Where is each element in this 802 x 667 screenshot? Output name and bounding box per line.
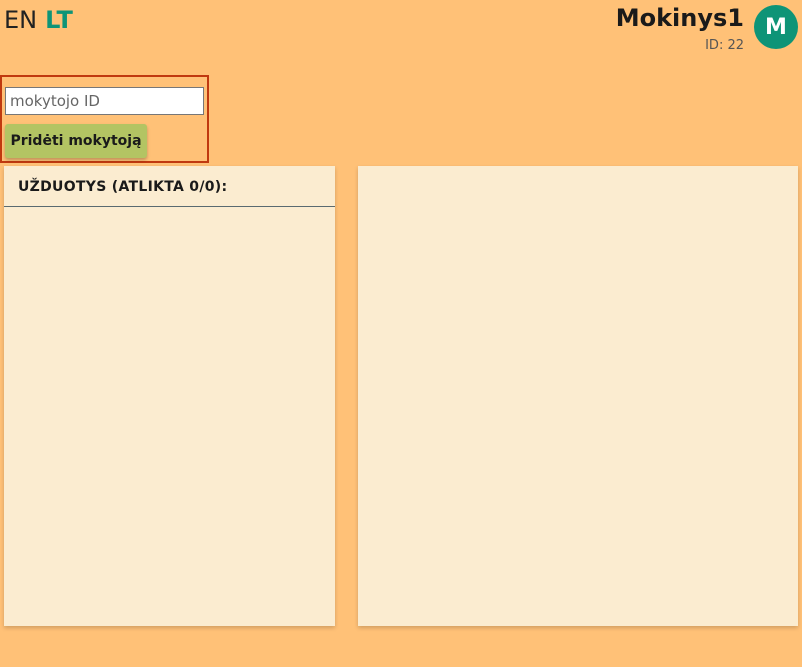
add-teacher-button[interactable]: Pridėti mokytoją bbox=[5, 124, 147, 158]
language-switcher: EN LT bbox=[4, 6, 73, 34]
user-id: ID: 22 bbox=[705, 38, 744, 53]
tasks-panel-title: UŽDUOTYS (ATLIKTA 0/0): bbox=[4, 166, 335, 207]
language-lt-link[interactable]: LT bbox=[45, 6, 73, 34]
avatar[interactable]: M bbox=[754, 5, 798, 49]
user-info: Mokinys1 ID: 22 bbox=[616, 4, 744, 53]
language-en-link[interactable]: EN bbox=[4, 6, 37, 34]
add-teacher-form: Pridėti mokytoją bbox=[0, 75, 209, 163]
teacher-id-input[interactable] bbox=[5, 87, 204, 115]
username: Mokinys1 bbox=[615, 4, 744, 32]
tasks-panel: UŽDUOTYS (ATLIKTA 0/0): bbox=[4, 166, 335, 626]
detail-panel bbox=[358, 166, 798, 626]
